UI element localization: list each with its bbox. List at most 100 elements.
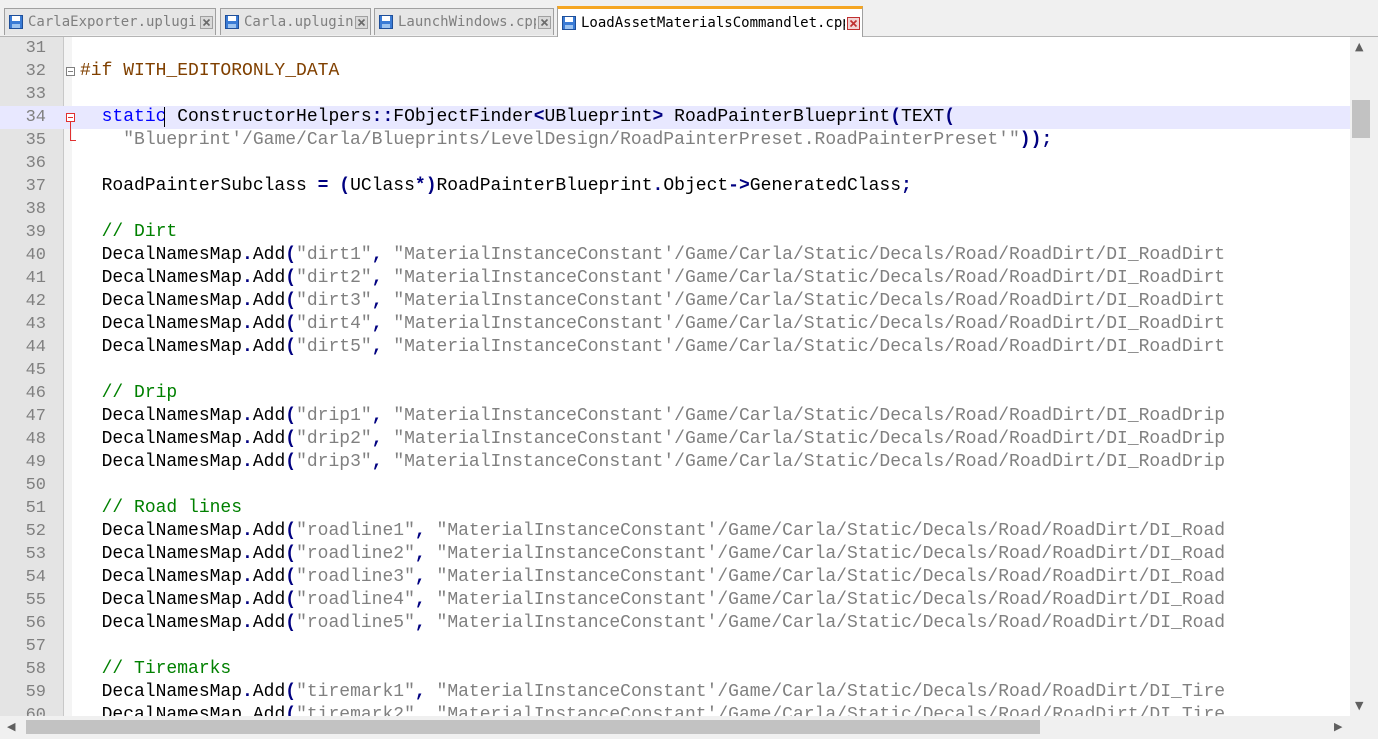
code-token: DecalNamesMap — [80, 705, 243, 716]
line-number: 53 — [25, 545, 46, 564]
close-icon[interactable] — [847, 16, 860, 30]
code-token: RoadPainterBlueprint — [436, 176, 653, 196]
code-line[interactable]: 34 static ConstructorHelpers::FObjectFin… — [0, 106, 1350, 129]
code-line[interactable]: 44 DecalNamesMap.Add("dirt5", "MaterialI… — [0, 336, 1350, 359]
arrow-right-icon[interactable]: ▶ — [1334, 721, 1342, 733]
horizontal-scroll-thumb[interactable] — [26, 720, 1040, 734]
code-token: . — [652, 176, 664, 196]
code-line[interactable]: 39 // Dirt — [0, 221, 1350, 244]
code-text: #if WITH_EDITORONLY_DATA — [80, 60, 339, 83]
horizontal-scrollbar[interactable]: ◀ ▶ — [0, 716, 1350, 739]
code-token: GeneratedClass — [749, 176, 902, 196]
fold-toggle-icon[interactable] — [66, 67, 75, 76]
tab-0[interactable]: CarlaExporter.uplugin — [4, 8, 216, 35]
code-line[interactable]: 59 DecalNamesMap.Add("tiremark1", "Mater… — [0, 681, 1350, 704]
vertical-scrollbar[interactable]: ▲ ▼ — [1350, 37, 1378, 716]
code-line[interactable]: 36 — [0, 152, 1350, 175]
code-line[interactable]: 54 DecalNamesMap.Add("roadline3", "Mater… — [0, 566, 1350, 589]
code-line[interactable]: 49 DecalNamesMap.Add("drip3", "MaterialI… — [0, 451, 1350, 474]
code-token: , — [414, 521, 426, 541]
code-area[interactable]: 31 32 #if WITH_EDITORONLY_DATA 33 34 static … — [0, 37, 1350, 716]
code-token: , — [371, 429, 383, 449]
code-line[interactable]: 52 DecalNamesMap.Add("roadline1", "Mater… — [0, 520, 1350, 543]
code-token: < — [533, 107, 545, 127]
code-line[interactable]: 43 DecalNamesMap.Add("dirt4", "MaterialI… — [0, 313, 1350, 336]
code-token: ; — [901, 176, 912, 196]
code-token: *) — [414, 176, 437, 196]
line-number: 55 — [25, 591, 46, 610]
code-token: "roadline2" — [296, 544, 415, 564]
code-line[interactable]: 40 DecalNamesMap.Add("dirt1", "MaterialI… — [0, 244, 1350, 267]
code-line[interactable]: 33 — [0, 83, 1350, 106]
code-token: , — [371, 291, 383, 311]
vertical-scroll-thumb[interactable] — [1352, 100, 1370, 138]
code-line[interactable]: 45 — [0, 359, 1350, 382]
code-token: "MaterialInstanceConstant'/Game/Carla/St… — [436, 590, 1226, 610]
code-token: Add — [252, 705, 286, 716]
code-token: . — [242, 314, 253, 334]
code-line[interactable]: 32 #if WITH_EDITORONLY_DATA — [0, 60, 1350, 83]
code-line[interactable]: 46 // Drip — [0, 382, 1350, 405]
code-line[interactable]: 41 DecalNamesMap.Add("dirt2", "MaterialI… — [0, 267, 1350, 290]
arrow-up-icon[interactable]: ▲ — [1355, 41, 1363, 53]
code-token: DecalNamesMap — [80, 544, 243, 564]
arrow-down-icon[interactable]: ▼ — [1355, 700, 1363, 712]
code-token: Add — [252, 291, 286, 311]
tab-2[interactable]: LaunchWindows.cpp — [374, 8, 554, 35]
code-line[interactable]: 58 // Tiremarks — [0, 658, 1350, 681]
code-line[interactable]: 57 — [0, 635, 1350, 658]
code-token: Add — [252, 521, 286, 541]
code-text: DecalNamesMap.Add("drip2", "MaterialInst… — [80, 428, 1225, 451]
tab-3[interactable]: LoadAssetMaterialsCommandlet.cpp — [557, 6, 863, 37]
code-token: "drip2" — [296, 429, 372, 449]
code-token: "MaterialInstanceConstant'/Game/Carla/St… — [393, 245, 1226, 265]
text-cursor — [164, 107, 165, 127]
code-token: UBlueprint — [544, 107, 653, 127]
code-token: DecalNamesMap — [80, 291, 243, 311]
close-icon[interactable] — [355, 15, 368, 29]
code-token: "MaterialInstanceConstant'/Game/Carla/St… — [436, 521, 1226, 541]
code-line[interactable]: 56 DecalNamesMap.Add("roadline5", "Mater… — [0, 612, 1350, 635]
code-line[interactable]: 35 "Blueprint'/Game/Carla/Blueprints/Lev… — [0, 129, 1350, 152]
code-text: // Dirt — [80, 221, 178, 244]
code-token: // Tiremarks — [101, 659, 232, 679]
code-token: ( — [285, 567, 297, 587]
code-token: "drip3" — [296, 452, 372, 472]
line-number: 59 — [25, 683, 46, 702]
code-token: , — [371, 337, 383, 357]
code-token: ( — [285, 268, 297, 288]
line-number: 58 — [25, 660, 46, 679]
fold-toggle-icon[interactable] — [66, 113, 75, 122]
code-line[interactable]: 50 — [0, 474, 1350, 497]
line-number: 56 — [25, 614, 46, 633]
close-icon[interactable] — [538, 15, 551, 29]
line-number: 44 — [25, 338, 46, 357]
close-icon[interactable] — [200, 15, 213, 29]
code-editor[interactable]: 31 32 #if WITH_EDITORONLY_DATA 33 34 static … — [0, 37, 1378, 739]
code-token: DecalNamesMap — [80, 521, 243, 541]
code-token: "tiremark1" — [296, 682, 415, 702]
code-line[interactable]: 47 DecalNamesMap.Add("drip1", "MaterialI… — [0, 405, 1350, 428]
code-line[interactable]: 31 — [0, 37, 1350, 60]
code-line[interactable]: 48 DecalNamesMap.Add("drip2", "MaterialI… — [0, 428, 1350, 451]
arrow-left-icon[interactable]: ◀ — [7, 721, 15, 733]
code-line[interactable]: 42 DecalNamesMap.Add("dirt3", "MaterialI… — [0, 290, 1350, 313]
code-token: :: — [371, 107, 394, 127]
code-token: DecalNamesMap — [80, 406, 243, 426]
code-line[interactable]: 37 RoadPainterSubclass = (UClass*)RoadPa… — [0, 175, 1350, 198]
tab-1[interactable]: Carla.uplugin — [220, 8, 371, 35]
line-number: 43 — [25, 315, 46, 334]
code-token: , — [371, 314, 383, 334]
floppy-disk-icon — [562, 16, 576, 30]
code-line[interactable]: 38 — [0, 198, 1350, 221]
code-line[interactable]: 51 // Road lines — [0, 497, 1350, 520]
code-line[interactable]: 53 DecalNamesMap.Add("roadline2", "Mater… — [0, 543, 1350, 566]
code-token: "dirt2" — [296, 268, 372, 288]
code-line[interactable]: 60 DecalNamesMap.Add("tiremark2", "Mater… — [0, 704, 1350, 716]
code-line[interactable]: 55 DecalNamesMap.Add("roadline4", "Mater… — [0, 589, 1350, 612]
code-token: , — [414, 705, 426, 716]
